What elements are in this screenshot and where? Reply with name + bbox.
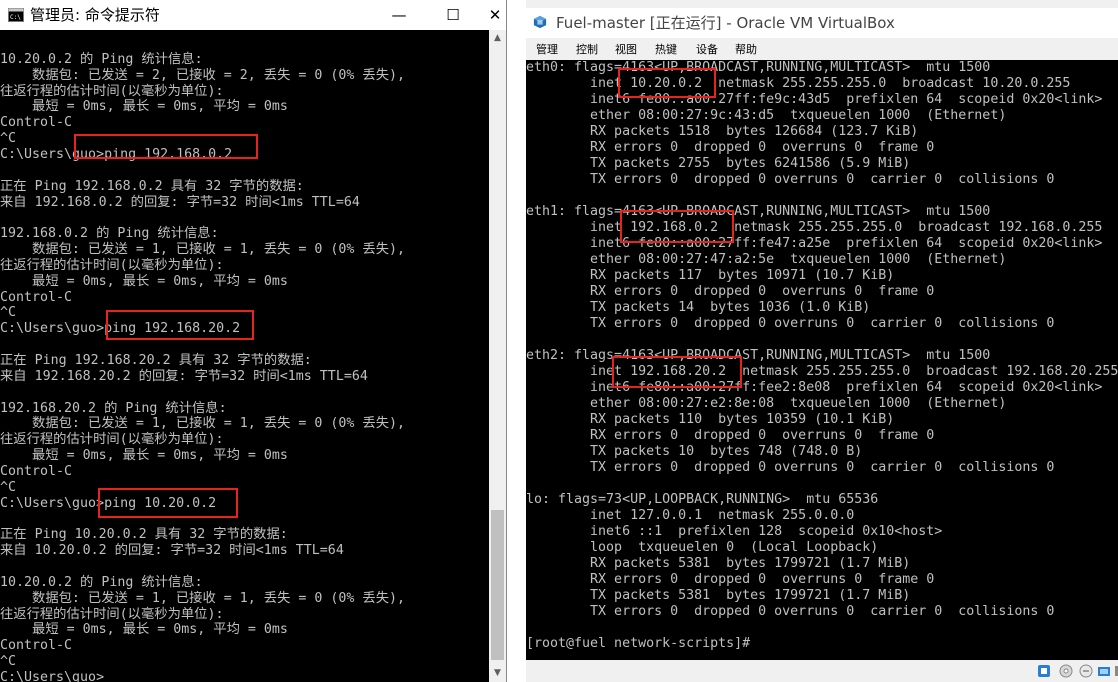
console-line: 往返行程的估计时间(以毫秒为单位): [0, 432, 224, 448]
console-line: inet 192.168.0.2 netmask 255.255.255.0 b… [526, 220, 1103, 235]
network-icon[interactable] [1037, 664, 1051, 678]
console-line: 来自 192.168.20.2 的回复: 字节=32 时间<1ms TTL=64 [0, 368, 368, 384]
menu-manage[interactable]: 管理 [536, 41, 558, 57]
console-line: inet 10.20.0.2 netmask 255.255.255.0 bro… [526, 76, 1071, 91]
console-line: 192.168.20.2 的 Ping 统计信息: [0, 400, 227, 416]
console-line: 最短 = 0ms, 最长 = 0ms, 平均 = 0ms [0, 622, 288, 638]
svg-text:C:\: C:\ [10, 14, 21, 21]
console-line: loop txqueuelen 0 (Local Loopback) [526, 540, 879, 555]
console-line: 最短 = 0ms, 最长 = 0ms, 平均 = 0ms [0, 273, 288, 289]
shared-folder-icon[interactable] [1097, 664, 1111, 678]
console-line: lo: flags=73<UP,LOOPBACK,RUNNING> mtu 65… [526, 492, 879, 507]
cmd-scrollbar[interactable]: ▲ ▼ [489, 30, 506, 682]
highlight-box [612, 356, 742, 388]
virtualbox-window[interactable]: Fuel-master [正在运行] - Oracle VM VirtualBo… [526, 0, 1118, 682]
cmd-titlebar[interactable]: C:\ 管理员: 命令提示符 — ☐ ✕ [0, 0, 506, 30]
console-line: 数据包: 已发送 = 1, 已接收 = 1, 丢失 = 0 (0% 丢失), [0, 590, 406, 606]
console-line: RX errors 0 dropped 0 overruns 0 frame 0 [526, 572, 935, 587]
vbox-titlebar[interactable]: Fuel-master [正在运行] - Oracle VM VirtualBo… [526, 8, 1118, 38]
cmd-window[interactable]: C:\ 管理员: 命令提示符 — ☐ ✕ 10.20.0.2 的 Ping 统计… [0, 0, 507, 682]
highlight-box [618, 68, 716, 98]
console-line: 正在 Ping 192.168.20.2 具有 32 字节的数据: [0, 353, 312, 368]
console-line: 最短 = 0ms, 最长 = 0ms, 平均 = 0ms [0, 448, 288, 464]
vbox-statusbar [526, 660, 1118, 682]
console-line: RX packets 110 bytes 10359 (10.1 KiB) [526, 412, 895, 427]
console-line: ether 08:00:27:47:a2:5e txqueuelen 1000 … [526, 252, 1007, 267]
console-line: 正在 Ping 10.20.0.2 具有 32 字节的数据: [0, 527, 288, 543]
console-line: 数据包: 已发送 = 1, 已接收 = 1, 丢失 = 0 (0% 丢失), [0, 416, 406, 432]
console-line: TX packets 14 bytes 1036 (1.0 KiB) [526, 300, 871, 315]
console-line: TX packets 5381 bytes 1799721 (1.7 MiB) [526, 588, 911, 603]
console-line: 来自 10.20.0.2 的回复: 字节=32 时间<1ms TTL=64 [0, 543, 344, 559]
console-line: RX errors 0 dropped 0 overruns 0 frame 0 [526, 140, 935, 155]
console-line: TX errors 0 dropped 0 overruns 0 carrier… [526, 172, 1055, 187]
virtualbox-icon [533, 15, 547, 29]
vbox-title: Fuel-master [正在运行] - Oracle VM VirtualBo… [556, 14, 895, 32]
console-line: 正在 Ping 192.168.0.2 具有 32 字节的数据: [0, 178, 304, 194]
console-line: TX errors 0 dropped 0 overruns 0 carrier… [526, 460, 1055, 475]
minimize-button[interactable]: — [376, 0, 422, 30]
console-line: 最短 = 0ms, 最长 = 0ms, 平均 = 0ms [0, 99, 288, 115]
highlight-box [98, 488, 238, 518]
console-line: ether 08:00:27:e2:8e:08 txqueuelen 1000 … [526, 396, 1007, 411]
console-line: RX packets 117 bytes 10971 (10.7 KiB) [526, 268, 895, 283]
console-line: 来自 192.168.0.2 的回复: 字节=32 时间<1ms TTL=64 [0, 194, 360, 210]
console-line: eth2: flags=4163<UP,BROADCAST,RUNNING,MU… [526, 348, 991, 363]
console-line: TX errors 0 dropped 0 overruns 0 carrier… [526, 316, 1055, 331]
console-line: 10.20.0.2 的 Ping 统计信息: [0, 574, 203, 590]
console-line: inet 127.0.0.1 netmask 255.0.0.0 [526, 508, 855, 523]
scroll-down-icon[interactable]: ▼ [489, 665, 506, 682]
cd-icon[interactable] [1059, 664, 1073, 678]
close-button[interactable]: ✕ [472, 0, 518, 30]
console-line: [root@fuel network-scripts]# [526, 636, 751, 651]
console-line: RX packets 5381 bytes 1799721 (1.7 MiB) [526, 556, 911, 571]
console-line: RX errors 0 dropped 0 overruns 0 frame 0 [526, 284, 935, 299]
menu-devices[interactable]: 设备 [696, 41, 718, 57]
menu-help[interactable]: 帮助 [735, 41, 757, 57]
console-line: Control-C [0, 638, 73, 654]
console-line: Control-C [0, 289, 73, 305]
scroll-thumb[interactable] [491, 510, 504, 660]
console-line: ^C [0, 654, 17, 670]
console-line: 往返行程的估计时间(以毫秒为单位): [0, 83, 224, 99]
usb-icon[interactable] [1079, 664, 1093, 678]
console-line: Control-C [0, 115, 73, 131]
console-line: 192.168.0.2 的 Ping 统计信息: [0, 226, 219, 242]
console-line: 10.20.0.2 的 Ping 统计信息: [0, 51, 203, 67]
console-line: RX errors 0 dropped 0 overruns 0 frame 0 [526, 428, 935, 443]
vbox-menubar: 管理 控制 视图 热键 设备 帮助 [526, 38, 1118, 60]
console-line: inet6 fe80::a00:27ff:fe47:a25e prefixlen… [526, 236, 1103, 251]
cmd-title: 管理员: 命令提示符 [30, 6, 160, 24]
console-line: ^C [0, 305, 17, 321]
maximize-button[interactable]: ☐ [430, 0, 476, 30]
console-line: 往返行程的估计时间(以毫秒为单位): [0, 606, 224, 622]
console-line: eth1: flags=4163<UP,BROADCAST,RUNNING,MU… [526, 204, 991, 219]
console-line: inet6 fe80::a00:27ff:fe9c:43d5 prefixlen… [526, 92, 1103, 107]
cmd-console[interactable]: 10.20.0.2 的 Ping 统计信息: 数据包: 已发送 = 2, 已接收… [0, 30, 506, 682]
console-line: ^C [0, 131, 17, 147]
highlight-box [106, 310, 254, 340]
console-line: 数据包: 已发送 = 2, 已接收 = 2, 丢失 = 0 (0% 丢失), [0, 67, 406, 83]
console-line: ether 08:00:27:9c:43:d5 txqueuelen 1000 … [526, 108, 1007, 123]
console-line: C:\Users\guo> [0, 670, 105, 682]
console-line: eth0: flags=4163<UP,BROADCAST,RUNNING,MU… [526, 60, 991, 75]
console-line: TX packets 2755 bytes 6241586 (5.9 MiB) [526, 156, 911, 171]
menu-control[interactable]: 控制 [576, 41, 598, 57]
console-line: 往返行程的估计时间(以毫秒为单位): [0, 257, 224, 273]
menu-hotkey[interactable]: 热键 [655, 41, 677, 57]
highlight-box [620, 210, 734, 243]
console-line: TX packets 10 bytes 748 (748.0 B) [526, 444, 863, 459]
scroll-up-icon[interactable]: ▲ [489, 30, 506, 47]
console-line: TX errors 0 dropped 0 overruns 0 carrier… [526, 604, 1055, 619]
console-line: Control-C [0, 463, 73, 479]
highlight-box [74, 134, 258, 159]
console-line: inet6 ::1 prefixlen 128 scopeid 0x10<hos… [526, 524, 943, 539]
console-line: RX packets 1518 bytes 126684 (123.7 KiB) [526, 124, 919, 139]
console-line: ^C [0, 479, 17, 495]
cmd-icon: C:\ [8, 8, 24, 22]
console-line: 数据包: 已发送 = 1, 已接收 = 1, 丢失 = 0 (0% 丢失), [0, 242, 406, 258]
menu-view[interactable]: 视图 [615, 41, 637, 57]
